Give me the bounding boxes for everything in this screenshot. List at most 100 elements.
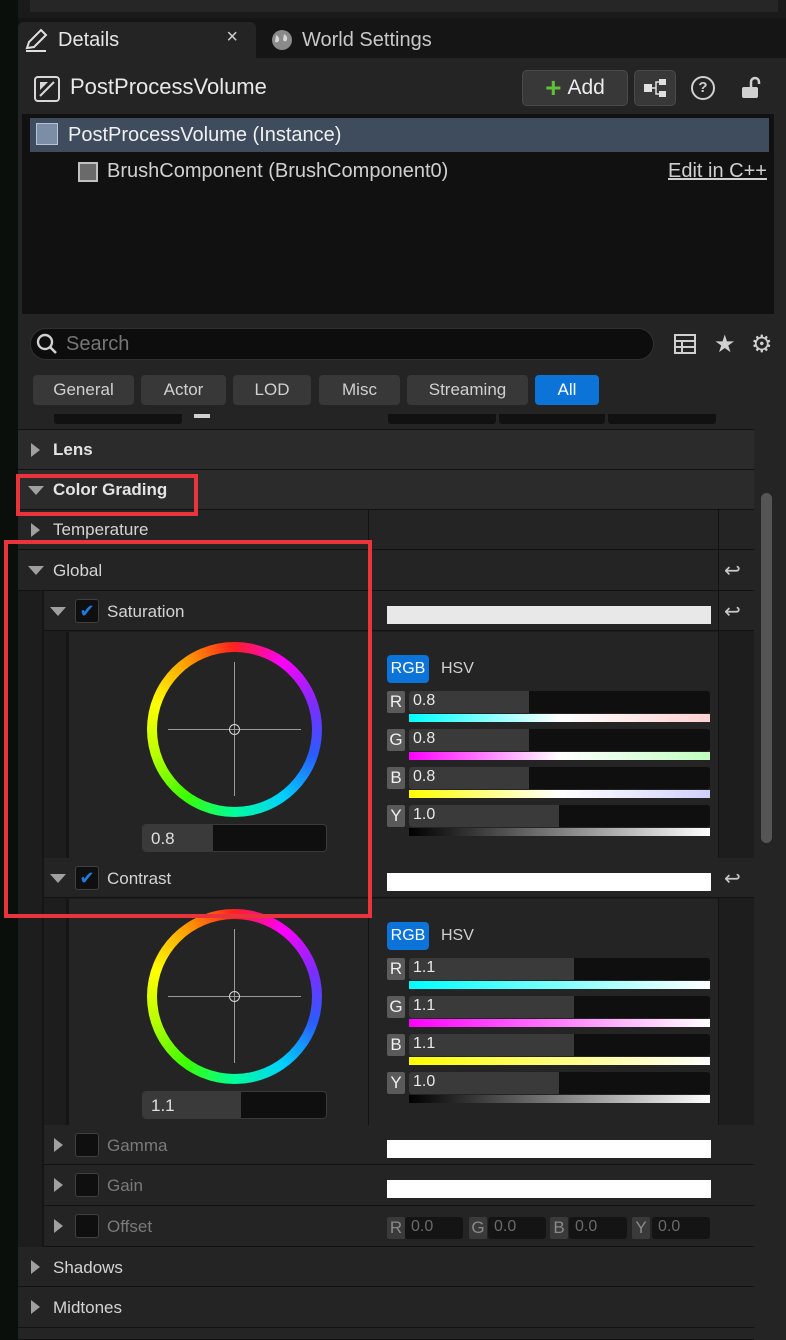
expand-arrow-icon — [31, 523, 40, 537]
expand-arrow-icon[interactable] — [54, 1178, 63, 1192]
gamma-color-swatch[interactable] — [387, 1140, 711, 1158]
filter-lod[interactable]: LOD — [233, 375, 311, 405]
saturation-g-field[interactable]: 0.8 — [409, 729, 710, 751]
contrast-b-value: 1.1 — [413, 1035, 436, 1052]
filter-streaming[interactable]: Streaming — [407, 375, 528, 405]
channel-tag-g: G — [387, 729, 405, 751]
top-bar-inner — [30, 0, 778, 12]
offset-tag-b: B — [550, 1217, 568, 1239]
offset-y-value: 0.0 — [658, 1218, 681, 1235]
lock-icon[interactable] — [740, 76, 762, 100]
offset-tag-y: Y — [632, 1217, 650, 1239]
contrast-mode-rgb[interactable]: RGB — [387, 922, 429, 950]
contrast-r-value: 1.1 — [413, 959, 436, 976]
contrast-y-gradient — [409, 1095, 710, 1103]
search-icon — [36, 333, 57, 354]
contrast-mode-hsv[interactable]: HSV — [441, 927, 474, 945]
indent-line — [66, 899, 69, 1125]
edit-in-cpp-link[interactable]: Edit in C++ — [668, 160, 767, 183]
tab-details[interactable]: Details × — [18, 22, 256, 58]
scrollbar-thumb[interactable] — [761, 493, 772, 843]
contrast-value-field[interactable]: 1.1 — [142, 1091, 327, 1119]
offset-b-field[interactable]: 0.0 — [569, 1217, 627, 1239]
midtones-label: Midtones — [53, 1298, 122, 1317]
saturation-r-value: 0.8 — [413, 692, 436, 709]
gamma-checkbox[interactable] — [75, 1133, 99, 1157]
contrast-y-value: 1.0 — [413, 1073, 436, 1090]
contrast-color-swatch[interactable] — [387, 873, 711, 891]
saturation-b-gradient — [409, 790, 710, 798]
help-icon[interactable]: ? — [691, 76, 715, 100]
actor-name: PostProcessVolume — [70, 74, 267, 99]
tree-row-brush-component[interactable]: BrushComponent (BrushComponent0) — [107, 160, 448, 183]
saturation-color-swatch[interactable] — [387, 606, 711, 624]
saturation-b-value: 0.8 — [413, 768, 436, 785]
contrast-b-gradient — [409, 1057, 710, 1065]
gear-icon[interactable]: ⚙ — [751, 330, 773, 359]
tab-world-settings[interactable]: World Settings — [266, 22, 466, 58]
category-lens[interactable]: Lens — [18, 430, 754, 470]
reset-icon[interactable]: ↩ — [724, 866, 741, 891]
contrast-value: 1.1 — [151, 1096, 175, 1115]
blueprint-button[interactable] — [634, 70, 676, 106]
filter-misc[interactable]: Misc — [319, 375, 400, 405]
offset-label: Offset — [107, 1217, 153, 1236]
filter-actor[interactable]: Actor — [141, 375, 226, 405]
expand-arrow-icon — [31, 1260, 40, 1274]
saturation-y-gradient — [409, 828, 710, 836]
offset-r-field[interactable]: 0.0 — [405, 1217, 463, 1239]
table-view-icon[interactable] — [674, 333, 696, 355]
partial-field — [54, 414, 182, 424]
details-pencil-icon — [25, 28, 48, 52]
channel-tag-r: R — [387, 958, 405, 980]
contrast-y-field[interactable]: 1.0 — [409, 1072, 710, 1094]
gain-color-swatch[interactable] — [387, 1180, 711, 1198]
offset-tag-r: R — [387, 1217, 405, 1239]
offset-g-field[interactable]: 0.0 — [488, 1217, 546, 1239]
reset-icon[interactable]: ↩ — [724, 599, 741, 624]
actor-instance-icon — [36, 123, 58, 145]
contrast-r-gradient — [409, 981, 710, 989]
star-icon[interactable]: ★ — [714, 330, 736, 359]
channel-tag-y: Y — [387, 805, 405, 827]
filter-all[interactable]: All — [535, 375, 599, 405]
channel-tag-r: R — [387, 691, 405, 713]
saturation-mode-hsv[interactable]: HSV — [441, 660, 474, 678]
filter-general[interactable]: General — [33, 375, 134, 405]
search-input[interactable] — [66, 330, 646, 358]
contrast-r-field[interactable]: 1.1 — [409, 958, 710, 980]
expand-arrow-icon — [31, 443, 40, 457]
reset-icon[interactable]: ↩ — [724, 558, 741, 583]
saturation-mode-rgb[interactable]: RGB — [387, 655, 429, 683]
global-highlight — [4, 540, 372, 918]
contrast-b-field[interactable]: 1.1 — [409, 1034, 710, 1056]
channel-tag-g: G — [387, 996, 405, 1018]
offset-r-value: 0.0 — [411, 1218, 434, 1235]
add-component-button[interactable]: + Add — [522, 70, 628, 106]
offset-tag-g: G — [469, 1217, 487, 1239]
contrast-g-gradient — [409, 1019, 710, 1027]
gamma-label: Gamma — [107, 1136, 168, 1155]
channel-tag-b: B — [387, 1034, 405, 1056]
contrast-g-field[interactable]: 1.1 — [409, 996, 710, 1018]
globe-icon — [272, 30, 292, 50]
offset-y-field[interactable]: 0.0 — [652, 1217, 710, 1239]
expand-arrow-icon[interactable] — [54, 1219, 63, 1233]
temperature-label: Temperature — [53, 520, 149, 539]
saturation-y-field[interactable]: 1.0 — [409, 805, 710, 827]
saturation-r-field[interactable]: 0.8 — [409, 691, 710, 713]
saturation-b-field[interactable]: 0.8 — [409, 767, 710, 789]
brush-component-icon — [78, 162, 98, 182]
group-shadows[interactable]: Shadows — [18, 1247, 754, 1287]
saturation-r-gradient — [409, 714, 710, 722]
wheel-handle[interactable] — [229, 991, 240, 1002]
close-icon[interactable]: × — [226, 26, 238, 49]
offset-checkbox[interactable] — [75, 1214, 99, 1238]
gain-checkbox[interactable] — [75, 1173, 99, 1197]
group-midtones[interactable]: Midtones — [18, 1287, 754, 1328]
channel-tag-b: B — [387, 767, 405, 789]
blueprint-icon — [644, 79, 666, 97]
plus-icon: + — [545, 72, 562, 103]
expand-arrow-icon[interactable] — [54, 1138, 63, 1152]
contrast-g-value: 1.1 — [413, 997, 436, 1014]
